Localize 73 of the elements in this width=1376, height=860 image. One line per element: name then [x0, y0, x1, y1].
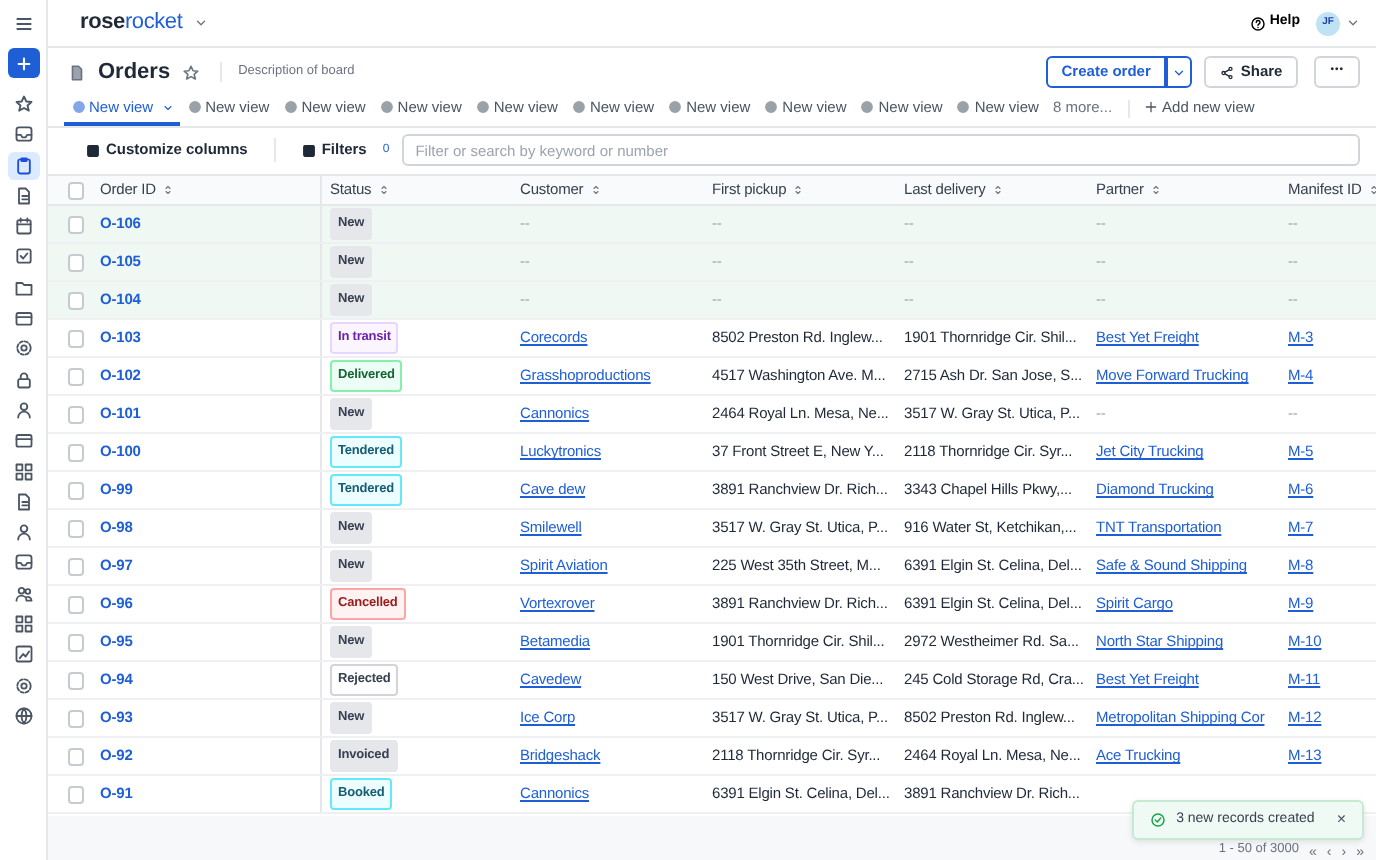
view-icon — [860, 100, 875, 114]
checkbox[interactable] — [68, 329, 84, 347]
view-icon — [379, 100, 394, 114]
caret-icon — [161, 101, 174, 113]
inbox-icon — [13, 552, 33, 573]
globe-icon — [13, 705, 33, 726]
document-icon — [13, 491, 33, 512]
caret-icon[interactable] — [1346, 16, 1360, 30]
box-icon — [13, 308, 33, 329]
checkbox[interactable] — [68, 785, 84, 803]
star-icon — [13, 94, 33, 114]
view-icon — [956, 100, 971, 114]
checkbox[interactable] — [68, 671, 84, 689]
checkbox[interactable] — [68, 253, 84, 271]
menu-icon[interactable] — [13, 14, 33, 34]
checkbox[interactable] — [68, 633, 84, 651]
filter-icon — [301, 143, 316, 157]
lock-icon — [13, 369, 33, 390]
sort-icon[interactable] — [991, 184, 1004, 196]
success-icon — [1150, 812, 1167, 828]
plus-icon — [15, 55, 31, 71]
sort-icon[interactable] — [589, 184, 602, 196]
star-icon[interactable] — [182, 63, 201, 81]
document-icon — [13, 185, 33, 206]
sort-icon[interactable] — [1367, 184, 1376, 196]
view-icon — [668, 100, 683, 114]
checkbox[interactable] — [68, 215, 84, 233]
user-icon — [13, 522, 33, 543]
checkbox[interactable] — [68, 291, 84, 309]
checklist-icon — [13, 246, 33, 267]
checkbox[interactable] — [68, 519, 84, 537]
checkbox[interactable] — [68, 557, 84, 575]
checkbox[interactable] — [68, 367, 84, 385]
sort-icon[interactable] — [377, 184, 390, 196]
checkbox[interactable] — [68, 181, 84, 199]
view-icon — [571, 100, 586, 114]
checkbox[interactable] — [68, 709, 84, 727]
caret-icon[interactable] — [194, 16, 209, 30]
view-icon — [283, 100, 298, 114]
checkbox[interactable] — [68, 747, 84, 765]
close-button[interactable]: × — [1336, 808, 1346, 832]
user-icon — [13, 399, 33, 420]
add-button[interactable] — [7, 48, 39, 78]
checkbox[interactable] — [68, 405, 84, 423]
box-icon — [13, 430, 33, 451]
view-icon — [764, 100, 779, 114]
folder-icon — [13, 277, 33, 298]
share-icon — [1220, 65, 1235, 79]
grid-icon — [13, 461, 33, 482]
chart-icon — [13, 644, 33, 665]
caret-icon — [1172, 65, 1187, 79]
grid-icon — [13, 614, 33, 635]
view-icon — [71, 100, 85, 114]
sort-icon[interactable] — [1149, 184, 1162, 196]
logo[interactable]: roserocket — [80, 6, 183, 40]
clipboard-icon — [13, 155, 33, 176]
document-icon — [68, 63, 86, 81]
people-icon — [13, 583, 33, 604]
page-title: Orders — [98, 57, 171, 88]
help-icon — [1249, 15, 1266, 31]
checkbox[interactable] — [68, 443, 84, 461]
inbox-icon — [13, 124, 33, 145]
checkbox[interactable] — [68, 481, 84, 499]
checkbox[interactable] — [68, 595, 84, 613]
view-icon — [475, 100, 490, 114]
dropdown-button[interactable] — [1166, 56, 1193, 88]
calendar-icon — [13, 216, 33, 237]
sort-icon[interactable] — [161, 184, 174, 196]
columns-icon — [86, 143, 100, 157]
plus-icon — [1144, 100, 1159, 114]
sidebar-item[interactable] — [7, 151, 39, 180]
view-icon — [187, 100, 202, 114]
sort-icon[interactable] — [792, 184, 805, 196]
